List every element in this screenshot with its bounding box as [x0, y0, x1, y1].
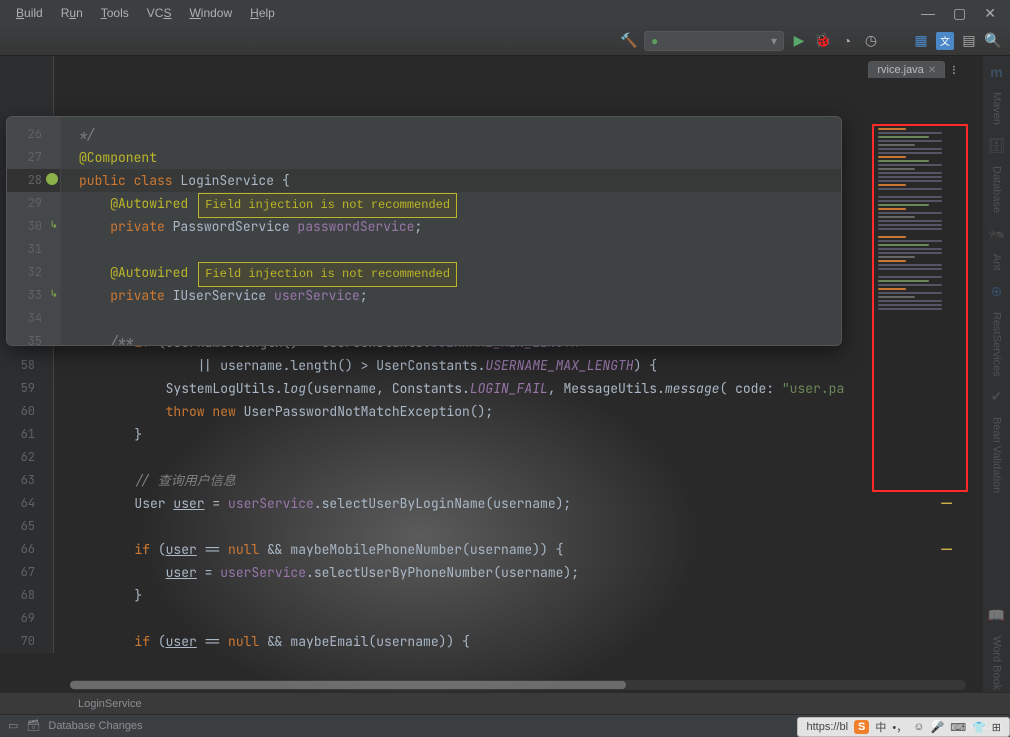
- hammer-icon[interactable]: 🔨: [620, 32, 638, 50]
- scrollbar-thumb[interactable]: [70, 681, 626, 689]
- project-structure-icon[interactable]: ▦: [912, 32, 930, 50]
- menu-run[interactable]: Run: [53, 3, 91, 23]
- ime-skin-icon[interactable]: 👕: [972, 721, 986, 734]
- profile-button[interactable]: ◷: [862, 32, 880, 50]
- close-button[interactable]: ✕: [984, 5, 996, 22]
- main-toolbar: 🔨 ● ▾ ▶ 🐞 ◔ ◷ ▦ 文 ▤ 🔍: [0, 26, 1010, 56]
- minimize-button[interactable]: —: [921, 5, 935, 22]
- ime-logo-icon[interactable]: S: [854, 720, 869, 734]
- horizontal-scrollbar[interactable]: [70, 680, 966, 690]
- window-controls: — ▢ ✕: [921, 5, 1002, 22]
- wordbook-icon[interactable]: 📖: [988, 607, 1005, 624]
- coverage-button[interactable]: ◔: [838, 32, 856, 50]
- ant-icon[interactable]: 🐜: [988, 225, 1005, 242]
- toolwindow-maven[interactable]: Maven: [991, 90, 1003, 127]
- right-toolwindow-bar: m Maven 🗄 Database 🐜 Ant ⊕ RestServices …: [982, 56, 1010, 692]
- status-db-icon[interactable]: 🗃: [26, 719, 40, 732]
- ime-lang[interactable]: 中: [875, 719, 886, 735]
- maven-icon[interactable]: m: [990, 64, 1002, 80]
- toolwindow-database[interactable]: Database: [991, 164, 1003, 215]
- ime-emoji-icon[interactable]: ☺: [913, 721, 924, 733]
- translate-icon[interactable]: 文: [936, 32, 954, 50]
- ime-toolbox-icon[interactable]: ⊞: [992, 721, 1001, 734]
- search-everywhere-icon[interactable]: 🔍: [984, 32, 1002, 50]
- ime-url: https://bl: [806, 721, 848, 733]
- hide-toolwindow-icon[interactable]: ▭: [8, 719, 18, 732]
- toolwindow-beanvalidation[interactable]: Bean Validation: [991, 415, 1003, 495]
- popup-code: */@Componentpublic class LoginService { …: [61, 117, 841, 345]
- database-icon[interactable]: 🗄: [988, 137, 1006, 154]
- menu-bar: Build Run Tools VCS Window Help — ▢ ✕: [0, 0, 1010, 26]
- menu-tools[interactable]: Tools: [93, 3, 137, 23]
- toolwindow-wordbook[interactable]: Word Book: [991, 634, 1003, 692]
- ime-bar: https://bl S 中 •， ☺ 🎤 ⌨ 👕 ⊞: [797, 717, 1010, 737]
- ime-punct-icon[interactable]: •，: [892, 719, 907, 735]
- menu-help[interactable]: Help: [242, 3, 283, 23]
- ime-voice-icon[interactable]: 🎤: [930, 721, 944, 734]
- breadcrumb-class[interactable]: LoginService: [78, 698, 142, 710]
- settings-icon[interactable]: ▤: [960, 32, 978, 50]
- code-minimap[interactable]: [872, 124, 968, 492]
- run-config-selector[interactable]: ● ▾: [644, 31, 784, 51]
- rest-icon[interactable]: ⊕: [991, 283, 1003, 300]
- maximize-button[interactable]: ▢: [953, 5, 966, 22]
- toolwindow-rest[interactable]: RestServices: [991, 310, 1003, 379]
- menu-window[interactable]: Window: [181, 3, 240, 23]
- quick-definition-popup[interactable]: 2627282930↳313233↳3435 */@Componentpubli…: [6, 116, 842, 346]
- menu-vcs[interactable]: VCS: [139, 3, 180, 23]
- popup-gutter: 2627282930↳313233↳3435: [7, 117, 61, 346]
- toolwindow-ant[interactable]: Ant: [991, 252, 1003, 273]
- breadcrumb-bar: LoginService: [0, 692, 1010, 714]
- ime-keyboard-icon[interactable]: ⌨: [950, 721, 966, 734]
- menu-build[interactable]: Build: [8, 3, 51, 23]
- run-button[interactable]: ▶: [790, 32, 808, 50]
- bean-validation-icon[interactable]: ✔: [991, 388, 1003, 405]
- status-db-changes[interactable]: Database Changes: [48, 720, 142, 732]
- debug-button[interactable]: 🐞: [814, 32, 832, 50]
- editor-area: rvice.java ✕ ⠇ 5657585960616263646566676…: [0, 56, 1010, 692]
